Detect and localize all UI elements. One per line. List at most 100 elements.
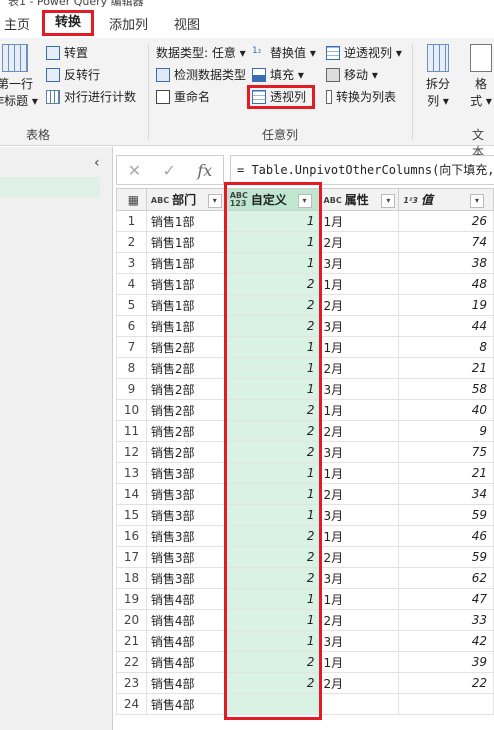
cell-attr[interactable]: 2月 bbox=[320, 357, 400, 379]
cell-custom[interactable]: 2 bbox=[224, 315, 322, 337]
unpivot-columns-button[interactable]: 逆透视列 ▾ bbox=[326, 44, 402, 61]
cell-custom[interactable]: 1 bbox=[224, 630, 322, 652]
table-row[interactable]: 21 销售4部 1 3月 42 bbox=[116, 630, 494, 652]
filter-dropdown-icon[interactable]: ▾ bbox=[381, 194, 396, 208]
cell-custom[interactable]: 2 bbox=[224, 672, 322, 694]
cell-custom[interactable]: 1 bbox=[224, 609, 322, 631]
table-row[interactable]: 2 销售1部 1 2月 74 bbox=[116, 231, 494, 253]
cell-value[interactable]: 74 bbox=[398, 231, 494, 253]
column-header-attr[interactable]: ABC 属性 ▾ bbox=[320, 188, 400, 211]
cell-value[interactable]: 21 bbox=[398, 462, 494, 484]
cell-custom[interactable] bbox=[224, 693, 322, 715]
cell-custom[interactable]: 2 bbox=[224, 294, 322, 316]
cell-attr[interactable]: 3月 bbox=[320, 252, 400, 274]
table-row[interactable]: 19 销售4部 1 1月 47 bbox=[116, 588, 494, 610]
cell-dept[interactable]: 销售4部 bbox=[145, 672, 226, 694]
cell-dept[interactable]: 销售1部 bbox=[145, 294, 226, 316]
table-row[interactable]: 3 销售1部 1 3月 38 bbox=[116, 252, 494, 274]
cell-value[interactable]: 44 bbox=[398, 315, 494, 337]
cell-value[interactable]: 46 bbox=[398, 525, 494, 547]
cell-custom[interactable]: 1 bbox=[224, 483, 322, 505]
cell-value[interactable]: 75 bbox=[398, 441, 494, 463]
cell-dept[interactable]: 销售3部 bbox=[145, 504, 226, 526]
table-row[interactable]: 10 销售2部 2 1月 40 bbox=[116, 399, 494, 421]
column-header-custom[interactable]: ABC 123 自定义 ▾ bbox=[224, 188, 322, 211]
tab-add-column[interactable]: 添加列 bbox=[109, 14, 148, 33]
cell-value[interactable]: 40 bbox=[398, 399, 494, 421]
cancel-icon[interactable]: ✕ bbox=[128, 161, 141, 180]
cell-dept[interactable]: 销售2部 bbox=[145, 399, 226, 421]
split-column-button[interactable]: 拆分 列 ▾ bbox=[420, 44, 456, 110]
cell-value[interactable]: 34 bbox=[398, 483, 494, 505]
cell-custom[interactable]: 2 bbox=[224, 567, 322, 589]
table-menu-icon[interactable]: ▦ bbox=[116, 188, 147, 211]
cell-attr[interactable]: 1月 bbox=[320, 525, 400, 547]
cell-value[interactable]: 42 bbox=[398, 630, 494, 652]
table-row[interactable]: 18 销售3部 2 3月 62 bbox=[116, 567, 494, 589]
column-header-value[interactable]: 1²3 值 ▾ bbox=[398, 188, 494, 211]
count-rows-button[interactable]: 对行进行计数 bbox=[46, 88, 136, 105]
cell-attr[interactable]: 2月 bbox=[320, 672, 400, 694]
table-row[interactable]: 9 销售2部 1 3月 58 bbox=[116, 378, 494, 400]
cell-custom[interactable]: 1 bbox=[224, 588, 322, 610]
reverse-rows-button[interactable]: 反转行 bbox=[46, 66, 100, 83]
cell-dept[interactable]: 销售1部 bbox=[145, 273, 226, 295]
cell-value[interactable]: 58 bbox=[398, 378, 494, 400]
filter-dropdown-icon[interactable]: ▾ bbox=[297, 193, 312, 208]
cell-custom[interactable]: 1 bbox=[224, 378, 322, 400]
fx-icon[interactable]: fx bbox=[197, 161, 212, 180]
cell-dept[interactable]: 销售1部 bbox=[145, 231, 226, 253]
table-row[interactable]: 15 销售3部 1 3月 59 bbox=[116, 504, 494, 526]
cell-attr[interactable]: 1月 bbox=[320, 651, 400, 673]
cell-value[interactable]: 59 bbox=[398, 546, 494, 568]
tab-home[interactable]: 主页 bbox=[4, 14, 30, 33]
tab-transform[interactable]: 转换 bbox=[42, 10, 94, 36]
cell-attr[interactable]: 3月 bbox=[320, 630, 400, 652]
cell-dept[interactable]: 销售4部 bbox=[145, 630, 226, 652]
cell-attr[interactable]: 3月 bbox=[320, 378, 400, 400]
cell-custom[interactable]: 2 bbox=[224, 273, 322, 295]
cell-attr[interactable]: 3月 bbox=[320, 567, 400, 589]
cell-custom[interactable]: 2 bbox=[224, 546, 322, 568]
formula-input[interactable]: = Table.UnpivotOtherColumns(向下填充, { bbox=[230, 155, 494, 185]
cell-attr[interactable]: 1月 bbox=[320, 336, 400, 358]
query-item-selected[interactable] bbox=[0, 177, 100, 197]
cell-attr[interactable]: 1月 bbox=[320, 588, 400, 610]
table-row[interactable]: 17 销售3部 2 2月 59 bbox=[116, 546, 494, 568]
transpose-button[interactable]: 转置 bbox=[46, 44, 88, 61]
table-row[interactable]: 7 销售2部 1 1月 8 bbox=[116, 336, 494, 358]
cell-custom[interactable]: 1 bbox=[224, 336, 322, 358]
table-row[interactable]: 23 销售4部 2 2月 22 bbox=[116, 672, 494, 694]
table-row[interactable]: 1 销售1部 1 1月 26 bbox=[116, 210, 494, 232]
cell-value[interactable]: 19 bbox=[398, 294, 494, 316]
cell-value[interactable]: 59 bbox=[398, 504, 494, 526]
cell-attr[interactable]: 3月 bbox=[320, 315, 400, 337]
detect-type-button[interactable]: 检测数据类型 bbox=[156, 66, 246, 83]
cell-attr[interactable]: 2月 bbox=[320, 420, 400, 442]
table-row[interactable]: 20 销售4部 1 2月 33 bbox=[116, 609, 494, 631]
cell-attr[interactable]: 2月 bbox=[320, 483, 400, 505]
cell-attr[interactable]: 3月 bbox=[320, 504, 400, 526]
cell-value[interactable] bbox=[398, 693, 494, 715]
move-button[interactable]: 移动 ▾ bbox=[326, 66, 378, 83]
cell-value[interactable]: 62 bbox=[398, 567, 494, 589]
cell-custom[interactable]: 2 bbox=[224, 420, 322, 442]
cell-dept[interactable]: 销售3部 bbox=[145, 462, 226, 484]
cell-attr[interactable]: 2月 bbox=[320, 231, 400, 253]
table-row[interactable]: 11 销售2部 2 2月 9 bbox=[116, 420, 494, 442]
data-type-dropdown[interactable]: 数据类型: 任意 ▾ bbox=[156, 44, 246, 61]
filter-dropdown-icon[interactable]: ▾ bbox=[207, 194, 222, 208]
cell-dept[interactable]: 销售4部 bbox=[145, 693, 226, 715]
cell-value[interactable]: 33 bbox=[398, 609, 494, 631]
filter-dropdown-icon[interactable]: ▾ bbox=[470, 194, 484, 208]
cell-dept[interactable]: 销售3部 bbox=[145, 546, 226, 568]
cell-dept[interactable]: 销售2部 bbox=[145, 336, 226, 358]
convert-to-list-button[interactable]: 转换为列表 bbox=[326, 88, 396, 105]
cell-dept[interactable]: 销售1部 bbox=[145, 315, 226, 337]
cell-attr[interactable]: 1月 bbox=[320, 399, 400, 421]
cell-attr[interactable]: 2月 bbox=[320, 609, 400, 631]
cell-value[interactable]: 47 bbox=[398, 588, 494, 610]
use-first-row-button[interactable]: 第一行 作标题 ▾ bbox=[0, 44, 38, 110]
cell-dept[interactable]: 销售3部 bbox=[145, 525, 226, 547]
cell-dept[interactable]: 销售4部 bbox=[145, 651, 226, 673]
